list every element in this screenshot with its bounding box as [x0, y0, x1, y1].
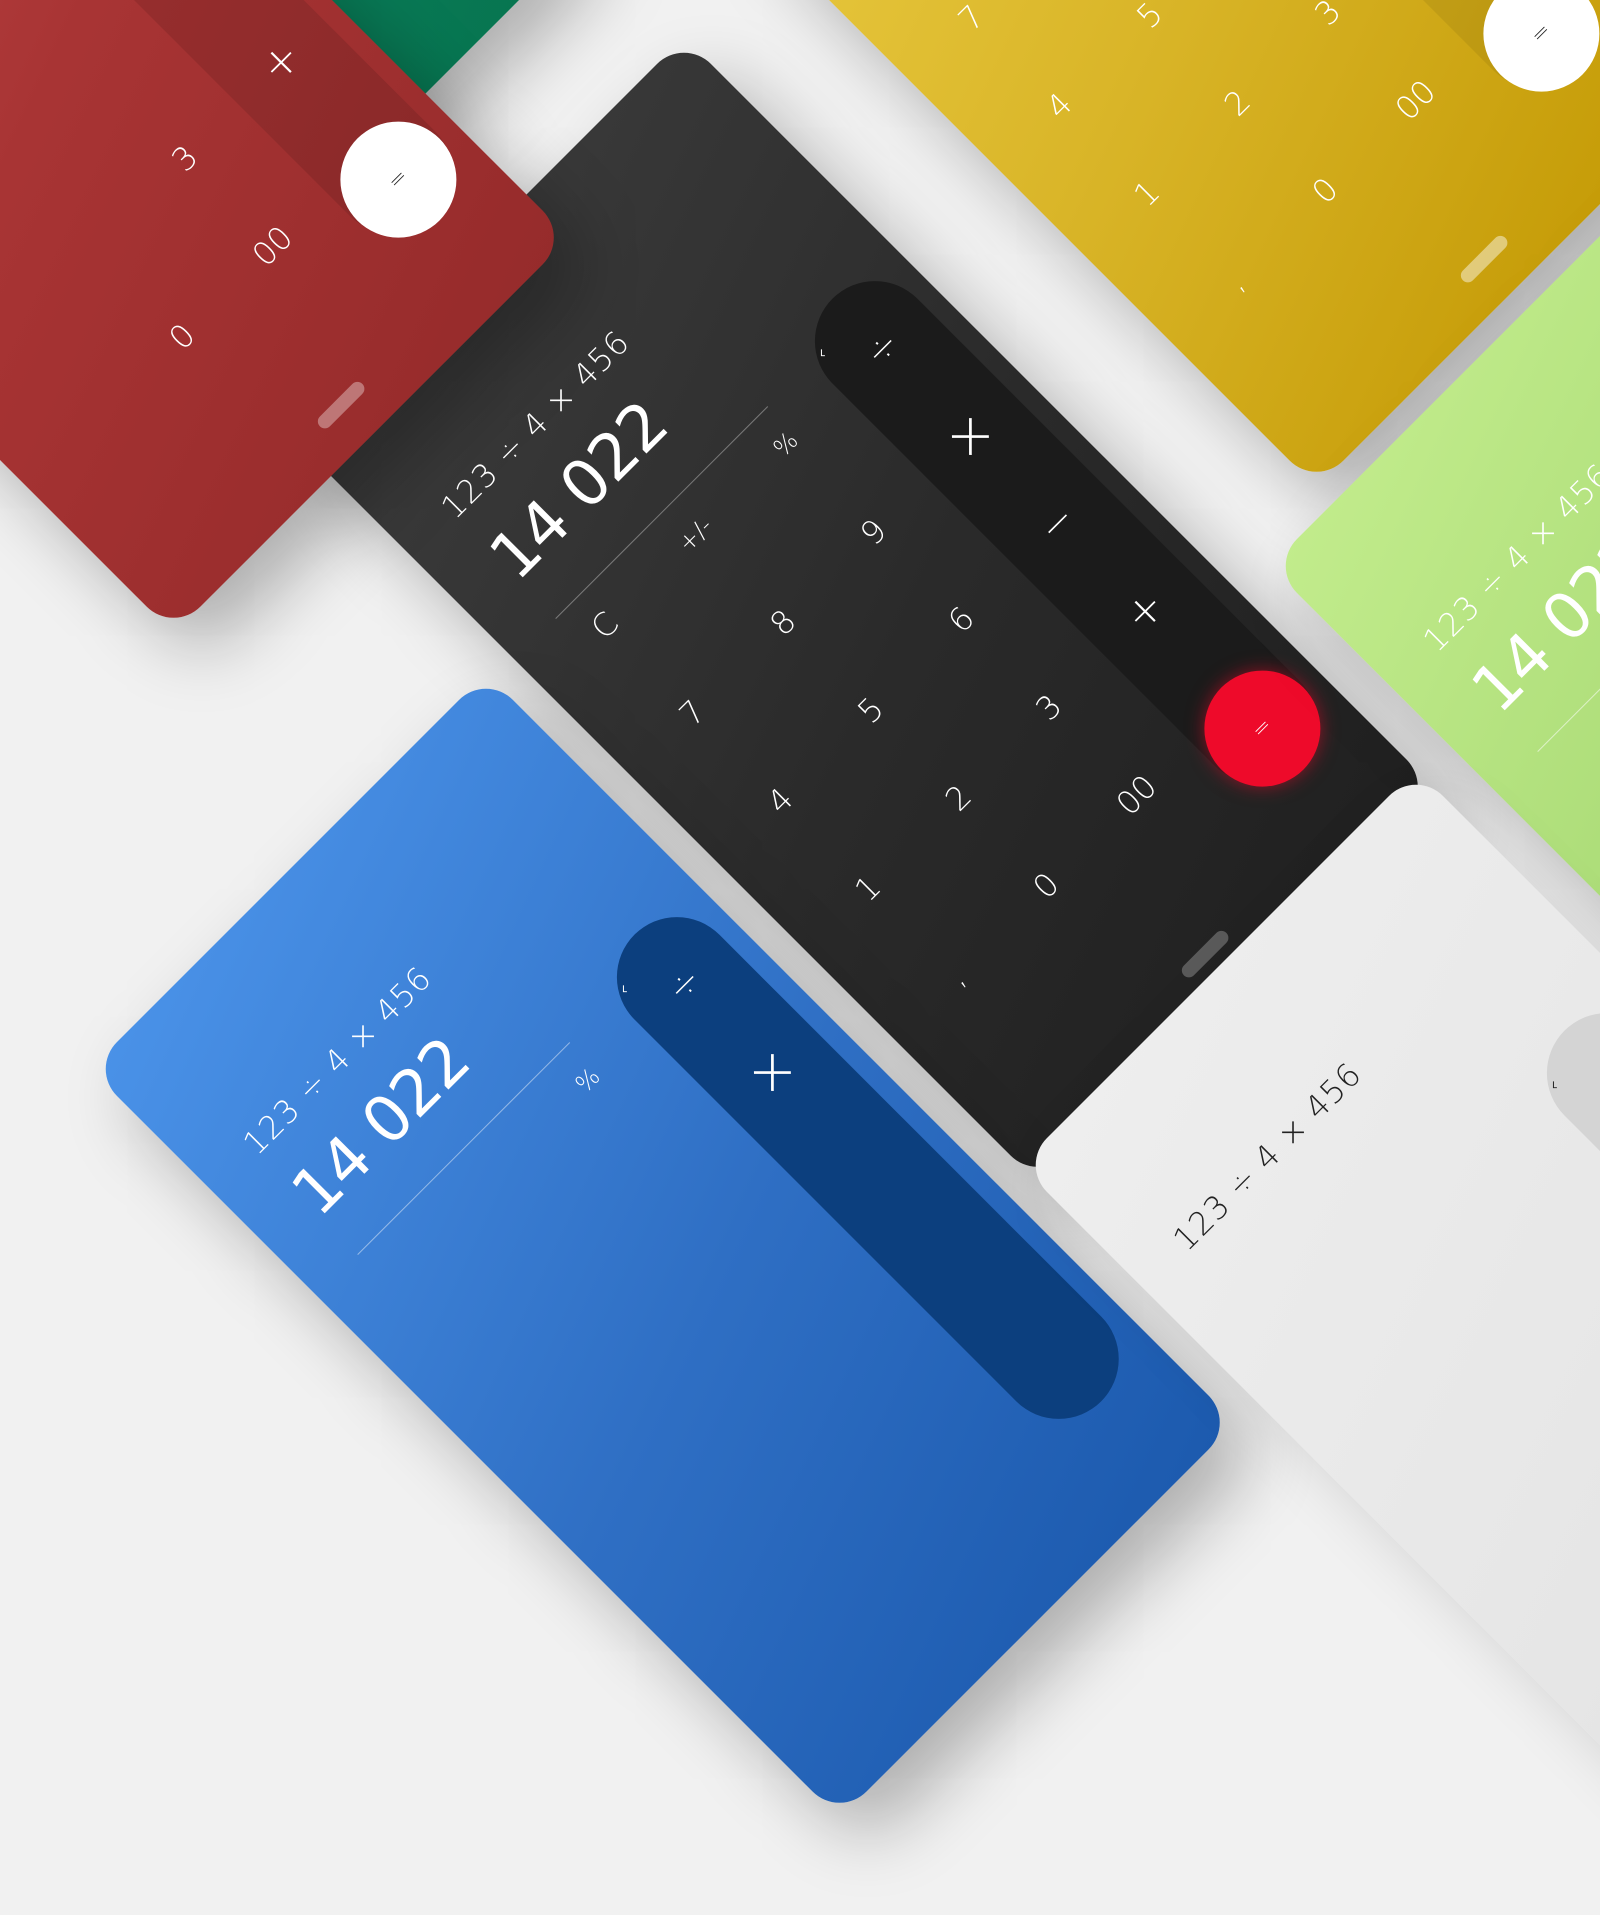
seven-key[interactable]: 7	[915, 0, 1028, 75]
percent-key[interactable]: %	[729, 388, 842, 501]
one-key[interactable]: 1	[1090, 137, 1203, 250]
expression-display: 123 ÷ 4 × 456	[1165, 1054, 1370, 1259]
zero-key[interactable]: 0	[1268, 134, 1381, 247]
zero-key[interactable]: 0	[989, 829, 1102, 942]
four-key[interactable]: 4	[1003, 49, 1116, 162]
seven-key[interactable]: 7	[636, 656, 749, 769]
home-indicator	[1457, 232, 1511, 286]
backspace-icon[interactable]: ⌐	[615, 985, 632, 993]
decimal-key[interactable]: ,	[899, 919, 1012, 1032]
three-key[interactable]: 3	[1271, 0, 1384, 69]
double-zero-key[interactable]: 00	[1359, 43, 1472, 156]
eight-key[interactable]: 8	[726, 566, 839, 679]
six-key[interactable]: 6	[905, 563, 1018, 676]
result-display: 14 022	[476, 387, 683, 595]
three-key[interactable]: 3	[128, 102, 241, 215]
decimal-key[interactable]: ,	[1178, 224, 1291, 337]
home-indicator	[314, 378, 368, 432]
backspace-icon[interactable]: ⌐	[1545, 1081, 1562, 1089]
double-zero-key[interactable]: 00	[1080, 738, 1193, 851]
double-zero-key[interactable]: 00	[216, 189, 329, 302]
operator-column	[1522, 988, 1600, 1540]
result-display: 14 022	[278, 1023, 485, 1231]
three-key[interactable]: 3	[992, 651, 1105, 764]
five-key[interactable]: 5	[814, 654, 927, 767]
clear-key[interactable]: C	[548, 569, 661, 682]
percent-key[interactable]: %	[531, 1024, 644, 1137]
five-key[interactable]: 5	[1093, 0, 1206, 72]
two-key[interactable]: 2	[1181, 46, 1294, 159]
zero-key[interactable]: 0	[125, 280, 238, 393]
sign-key[interactable]: +/-	[639, 478, 752, 591]
two-key[interactable]: 2	[902, 741, 1015, 854]
backspace-icon[interactable]: ⌐	[813, 349, 830, 357]
one-key[interactable]: 1	[811, 832, 924, 945]
nine-key[interactable]: 9	[817, 475, 930, 588]
four-key[interactable]: 4	[724, 744, 837, 857]
